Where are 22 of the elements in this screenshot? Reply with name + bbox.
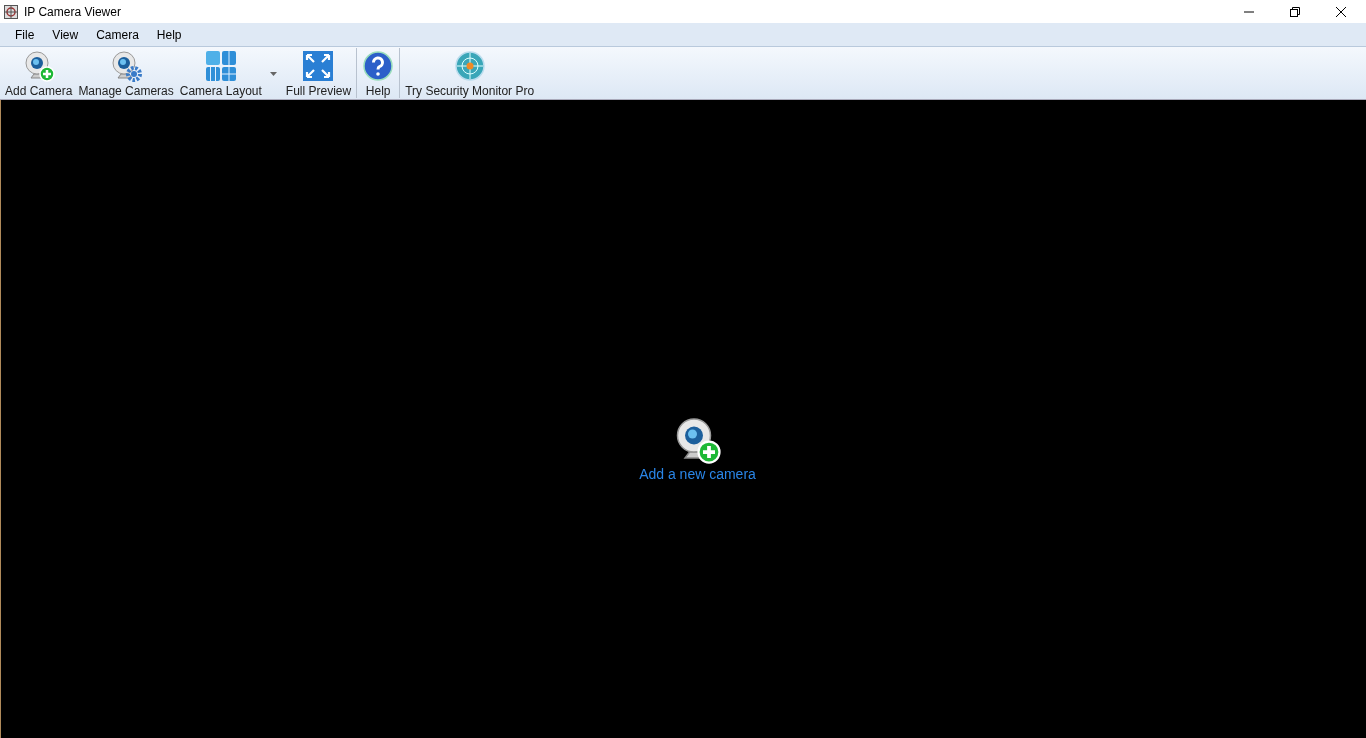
grid-icon bbox=[204, 50, 237, 82]
restore-icon[interactable] bbox=[1289, 5, 1301, 18]
toolbar-button[interactable]: Full Preview bbox=[282, 48, 355, 98]
toolbar-button[interactable]: Camera Layout bbox=[176, 48, 283, 98]
toolbar-button[interactable]: Add Camera bbox=[2, 48, 76, 98]
add-camera-link[interactable]: Add a new camera bbox=[639, 466, 756, 482]
dropdown-caret-icon[interactable] bbox=[269, 72, 277, 76]
menu-item[interactable]: File bbox=[6, 27, 44, 42]
help-icon bbox=[362, 50, 395, 82]
toolbar-button[interactable]: Manage Cameras bbox=[75, 48, 177, 98]
menu-item[interactable]: Help bbox=[147, 27, 191, 42]
window-title: IP Camera Viewer bbox=[24, 4, 121, 19]
app-icon bbox=[4, 4, 18, 19]
menu-item[interactable]: Camera bbox=[87, 27, 148, 42]
webcam-gear-icon bbox=[110, 50, 143, 82]
webcam-plus-icon bbox=[22, 50, 55, 82]
close-icon[interactable] bbox=[1335, 5, 1347, 18]
crosshair-icon bbox=[453, 50, 486, 82]
toolbar-button[interactable]: Try Security Monitor Pro bbox=[399, 48, 538, 98]
menu-item[interactable]: View bbox=[43, 27, 88, 42]
expand-icon bbox=[302, 50, 335, 82]
toolbar-button[interactable]: Help bbox=[356, 48, 398, 98]
